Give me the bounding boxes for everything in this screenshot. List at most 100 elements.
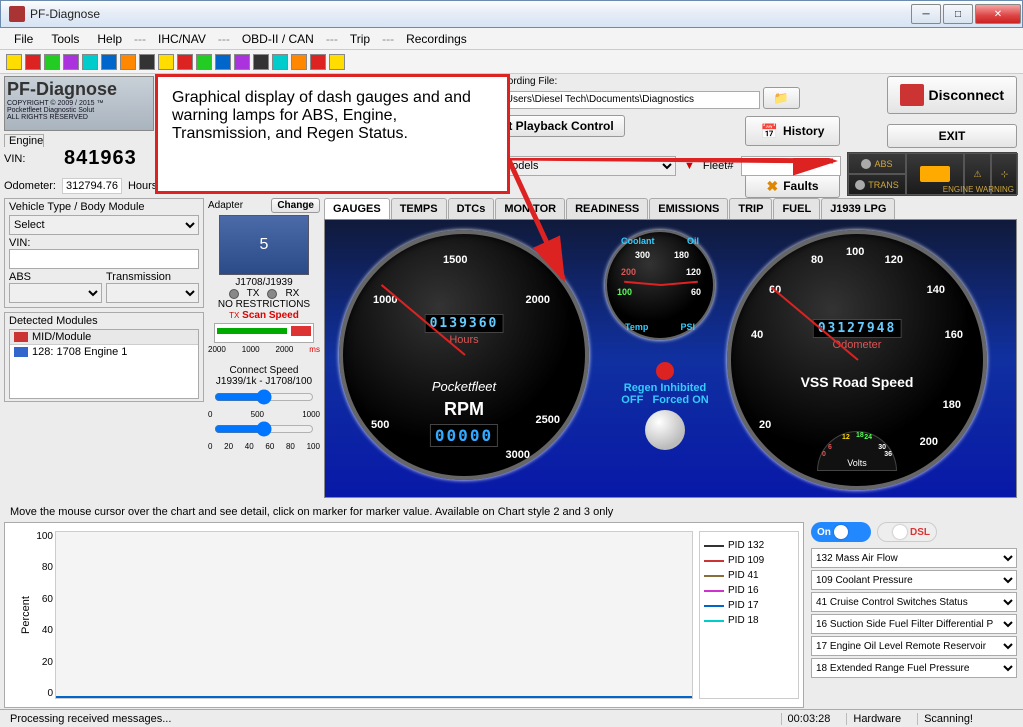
pid-select-4[interactable]: 16 Suction Side Fuel Filter Differential… [811,614,1017,634]
odometer-value: 312794.76 [62,178,122,194]
window-title: PF-Diagnose [30,7,100,21]
minimize-button[interactable]: ─ [911,4,941,24]
tool-icon[interactable] [234,54,250,70]
tool-icon[interactable] [291,54,307,70]
maximize-button[interactable]: □ [943,4,973,24]
detected-modules-header: Detected Modules [9,315,199,327]
tool-icon[interactable] [63,54,79,70]
change-adapter-button[interactable]: Change [271,198,320,213]
connect-speed-value: J1939/1k - J1708/100 [208,376,320,387]
scan-speed-label: Scan Speed [242,310,299,321]
pid-select-3[interactable]: 41 Cruise Control Switches Status [811,592,1017,612]
playback-control-button[interactable]: ot Playback Control [490,115,625,137]
tool-icon[interactable] [6,54,22,70]
brand-panel: PF-Diagnose COPYRIGHT © 2009 / 2015 ™ Po… [4,76,154,131]
abs-lamp: ABS [848,153,906,174]
vin-label: VIN: [4,153,60,165]
status-message: Processing received messages... [4,713,177,725]
vin-value: 841963 [64,147,137,170]
module-icon [14,347,28,357]
tool-icon[interactable] [101,54,117,70]
menu-help[interactable]: Help [89,30,130,48]
regen-indicator-icon [656,362,674,380]
exit-button[interactable]: EXIT [887,124,1017,148]
adapter-header: Adapter [208,200,243,211]
app-icon [9,6,25,22]
rpm-value: 00000 [430,424,498,447]
tab-gauges[interactable]: GAUGES [324,198,390,219]
status-scanning: Scanning! [917,713,979,725]
menu-bar: File Tools Help --- IHC/NAV --- OBD-II /… [0,28,1023,50]
disconnect-button[interactable]: Disconnect [887,76,1017,114]
tool-icon[interactable] [25,54,41,70]
pid-select-2[interactable]: 109 Coolant Pressure [811,570,1017,590]
speed-slider-1[interactable] [214,389,314,405]
vin-entry-input[interactable] [9,249,199,269]
tool-icon[interactable] [329,54,345,70]
tool-icon[interactable] [139,54,155,70]
tool-icon[interactable] [44,54,60,70]
detected-modules-panel: Detected Modules MID/Module 128: 1708 En… [4,312,204,402]
menu-recordings[interactable]: Recordings [398,30,475,48]
adapter-restrictions: NO RESTRICTIONS [208,299,320,310]
dsl-toggle[interactable]: DSL [877,522,937,542]
tool-icon[interactable] [310,54,326,70]
chart-y-label: Percent [20,596,32,634]
tool-icon[interactable] [272,54,288,70]
module-icon [14,332,28,342]
tool-icon[interactable] [196,54,212,70]
tool-icon[interactable] [158,54,174,70]
status-time: 00:03:28 [781,713,837,725]
tab-temps[interactable]: TEMPS [391,198,447,219]
speed-slider-2[interactable] [214,421,314,437]
brand-rights: ALL RIGHTS RESERVED [7,114,151,121]
chart-y-ticks: 1008060 40200 [33,531,53,699]
menu-obd[interactable]: OBD-II / CAN [234,30,322,48]
scan-speed-bar [214,323,314,343]
recording-file-input[interactable] [490,91,760,109]
folder-button[interactable]: 📁 [763,87,800,109]
regen-knob[interactable] [645,410,685,450]
regen-control: Regen Inhibited OFF Forced ON [615,360,715,454]
rx-led [267,289,277,299]
odometer-label: Odometer: [4,180,56,192]
adapter-protocol: J1708/J1939 [208,277,320,288]
check-engine-icon [920,166,950,182]
menu-ihc-nav[interactable]: IHC/NAV [150,30,214,48]
close-button[interactable]: ✕ [975,4,1021,24]
pid-select-5[interactable]: 17 Engine Oil Level Remote Reservoir [811,636,1017,656]
brand-name: PF-Diagnose [7,79,117,99]
callout-text: Graphical display of dash gauges and and… [172,89,471,142]
chart-legend: PID 132 PID 109 PID 41 PID 16 PID 17 PID… [699,531,799,699]
on-toggle[interactable]: On [811,522,871,542]
chart-plot[interactable] [55,531,693,699]
history-button[interactable]: 📅 History [745,116,840,146]
truck-icon [900,84,924,106]
menu-file[interactable]: File [6,30,41,48]
tool-icon[interactable] [120,54,136,70]
module-row[interactable]: 128: 1708 Engine 1 [32,346,127,358]
module-column-header: MID/Module [32,331,91,343]
pid-selector-column: On DSL 132 Mass Air Flow 109 Coolant Pre… [811,522,1017,680]
detected-modules-list[interactable]: MID/Module 128: 1708 Engine 1 [9,329,199,399]
menu-tools[interactable]: Tools [43,30,87,48]
pid-select-6[interactable]: 18 Extended Range Fuel Pressure [811,658,1017,678]
status-hardware: Hardware [846,713,907,725]
tool-icon[interactable] [177,54,193,70]
warning-lamps-panel: ABS ⚠ ⊹ TRANS ENGINE WARNING [847,152,1017,196]
tool-icon[interactable] [253,54,269,70]
pid-select-1[interactable]: 132 Mass Air Flow [811,548,1017,568]
trans-select-label: Transmission [106,271,171,283]
tool-icon[interactable] [215,54,231,70]
abs-select[interactable] [9,283,102,303]
tool-icon[interactable] [82,54,98,70]
vehicle-type-select[interactable]: Select [9,215,199,235]
adapter-panel: Adapter Change 5 J1708/J1939 TX RX NO RE… [208,198,320,451]
trans-select[interactable] [106,283,199,303]
status-bar: Processing received messages... 00:03:28… [0,709,1023,727]
tab-dtcs[interactable]: DTCs [448,198,495,219]
connect-speed-label: Connect Speed [208,365,320,376]
annotation-callout: Graphical display of dash gauges and and… [155,74,510,194]
menu-trip[interactable]: Trip [342,30,378,48]
tx-led [229,289,239,299]
